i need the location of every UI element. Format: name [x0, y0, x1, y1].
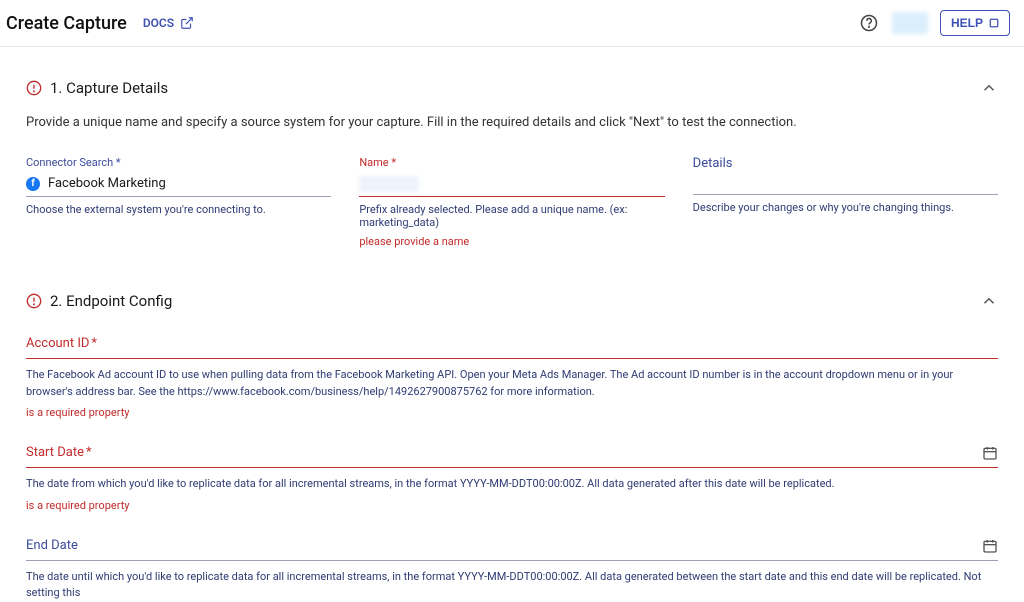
alert-icon: [26, 80, 42, 96]
section-2-title-wrap: 2. Endpoint Config: [26, 292, 172, 310]
name-input[interactable]: [359, 175, 664, 197]
chevron-up-icon[interactable]: [980, 292, 998, 310]
header-right: HELP: [858, 10, 1010, 36]
required-asterisk: *: [86, 445, 92, 460]
docs-link[interactable]: DOCS: [143, 16, 194, 30]
account-id-error: is a required property: [26, 406, 998, 419]
connector-field: Connector Search * f Facebook Marketing …: [26, 156, 331, 248]
account-id-input[interactable]: [26, 353, 998, 359]
end-date-label: End Date: [26, 538, 998, 553]
page-title: Create Capture: [6, 13, 127, 34]
header-left: Create Capture DOCS: [6, 13, 194, 34]
start-date-label-text: Start Date: [26, 445, 84, 460]
section-1-description: Provide a unique name and specify a sour…: [26, 115, 998, 130]
end-date-field: End Date The date until which you'd like…: [26, 538, 998, 602]
main-content: 1. Capture Details Provide a unique name…: [0, 47, 1024, 602]
start-date-field: Start Date* The date from which you'd li…: [26, 445, 998, 512]
end-date-input[interactable]: [26, 555, 998, 561]
account-id-label: Account ID*: [26, 336, 998, 351]
account-id-helper: The Facebook Ad account ID to use when p…: [26, 367, 998, 400]
account-id-field: Account ID* The Facebook Ad account ID t…: [26, 336, 998, 419]
name-helper: Prefix already selected. Please add a un…: [359, 203, 664, 229]
start-date-helper: The date from which you'd like to replic…: [26, 476, 998, 493]
start-date-error: is a required property: [26, 499, 998, 512]
account-id-label-text: Account ID: [26, 336, 89, 351]
help-button-label: HELP: [951, 16, 983, 30]
help-circle-icon: [860, 14, 878, 32]
section-2: 2. Endpoint Config Account ID* The Faceb…: [26, 292, 998, 602]
end-date-label-text: End Date: [26, 538, 78, 553]
end-date-helper: The date until which you'd like to repli…: [26, 569, 998, 602]
start-date-input[interactable]: [26, 462, 998, 468]
start-date-label: Start Date*: [26, 445, 998, 460]
calendar-icon[interactable]: [982, 445, 998, 461]
capture-details-fields: Connector Search * f Facebook Marketing …: [26, 156, 998, 248]
app-header: Create Capture DOCS HELP: [0, 0, 1024, 47]
chevron-up-icon[interactable]: [980, 79, 998, 97]
details-input[interactable]: [693, 173, 998, 195]
connector-value: Facebook Marketing: [48, 176, 166, 191]
calendar-icon[interactable]: [982, 538, 998, 554]
name-error: please provide a name: [359, 235, 664, 248]
connector-label: Connector Search *: [26, 156, 331, 169]
details-field: Details Describe your changes or why you…: [693, 156, 998, 248]
section-1-header[interactable]: 1. Capture Details: [26, 79, 998, 97]
alert-icon: [26, 293, 42, 309]
help-circle-button[interactable]: [858, 12, 880, 34]
name-field: Name * Prefix already selected. Please a…: [359, 156, 664, 248]
required-asterisk: *: [91, 336, 97, 351]
facebook-icon: f: [26, 177, 40, 191]
help-button[interactable]: HELP: [940, 10, 1010, 36]
user-chip[interactable]: [892, 12, 928, 34]
help-square-icon: [989, 18, 999, 28]
name-value-redacted: [359, 176, 419, 192]
docs-label: DOCS: [143, 16, 174, 30]
details-label: Details: [693, 156, 998, 171]
connector-helper: Choose the external system you're connec…: [26, 203, 331, 216]
connector-input[interactable]: f Facebook Marketing: [26, 175, 331, 197]
section-2-header[interactable]: 2. Endpoint Config: [26, 292, 998, 310]
section-1-title: 1. Capture Details: [50, 79, 168, 97]
external-link-icon: [180, 16, 194, 30]
section-2-title: 2. Endpoint Config: [50, 292, 172, 310]
section-1-title-wrap: 1. Capture Details: [26, 79, 168, 97]
name-label: Name *: [359, 156, 664, 169]
details-helper: Describe your changes or why you're chan…: [693, 201, 998, 214]
